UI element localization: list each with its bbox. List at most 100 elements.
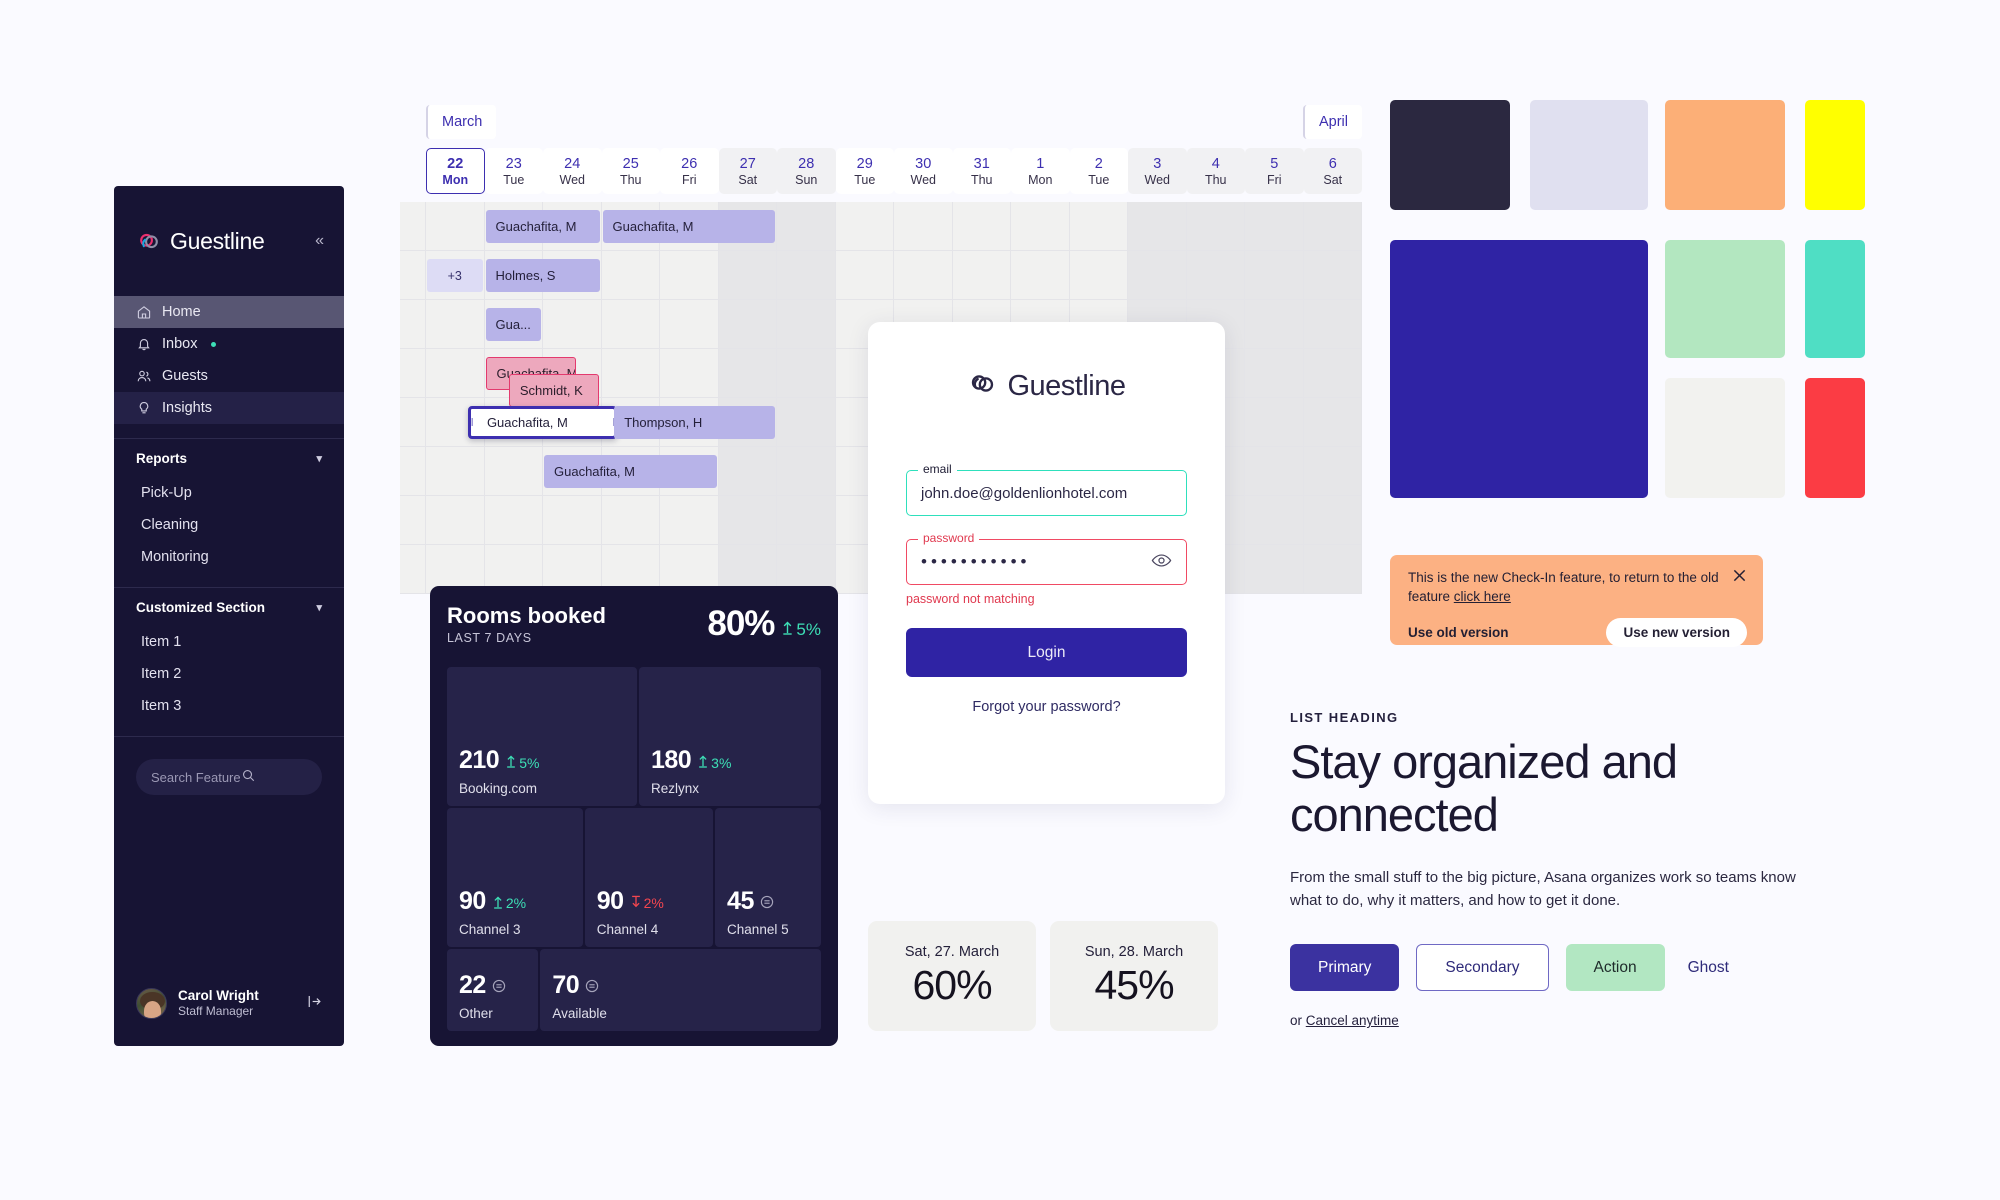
sidebar-item-1[interactable]: Item 1 [114,626,344,658]
stats-tile[interactable]: 45 Channel 5 [715,808,821,947]
resize-handle-left[interactable]: ‖ [471,417,473,429]
booking-label: Schmidt, K [519,383,583,398]
ghost-button[interactable]: Ghost [1682,944,1735,991]
sidebar-item-home[interactable]: Home [114,296,344,328]
sidebar-group-reports[interactable]: Reports ▾ [114,439,344,477]
stats-tile[interactable]: 22 Other [447,948,539,1031]
calendar-booking-bar[interactable]: Holmes, S [485,259,600,292]
calendar-booking-bar[interactable]: Gua... [485,308,541,341]
calendar-booking-bar[interactable]: Thompson, H [614,406,775,439]
color-swatch [1665,100,1785,210]
stats-tile-delta [760,895,774,913]
calendar-day-29[interactable]: 29 Tue [835,148,894,194]
color-swatch [1390,240,1648,498]
close-icon[interactable] [1732,568,1747,588]
stats-tile-value-row: 180 3% [651,746,809,775]
calendar-booking-bar[interactable]: Guachafita, M [544,455,717,488]
user-name: Carol Wright [178,987,259,1003]
sidebar-nav: Home Inbox Guests Insights [114,296,344,424]
sidebar-user[interactable]: Carol Wright Staff Manager [114,988,344,1046]
sidebar: Guestline « Home Inbox Guests Insights R… [114,186,344,1046]
calendar-day-weekday: Wed [910,172,936,187]
sidebar-item-2[interactable]: Item 2 [114,658,344,690]
calendar-day-23[interactable]: 23 Tue [484,148,543,194]
sidebar-item-guests[interactable]: Guests [114,360,344,392]
stats-tile[interactable]: 210 5% Booking.com [447,667,637,807]
secondary-button[interactable]: Secondary [1416,944,1549,992]
calendar-booking-bar[interactable]: ‖‖Guachafita, M [467,406,618,439]
stats-value: 80% [707,604,775,643]
occupancy-card-sat[interactable]: Sat, 27. March 60% [868,921,1036,1031]
booking-label: Guachafita, M [495,219,577,234]
calendar-day-28[interactable]: 28 Sun [777,148,836,194]
cancel-anytime-link[interactable]: Cancel anytime [1306,1013,1399,1028]
chevron-double-left-icon[interactable]: « [315,232,324,250]
sidebar-item-pick-up[interactable]: Pick-Up [114,477,344,509]
trend-up-icon [781,620,794,640]
calendar-day-27[interactable]: 27 Sat [718,148,777,194]
month-tab-april[interactable]: April [1302,105,1362,139]
sidebar-sub-label: Item 1 [141,634,182,650]
forgot-password-link[interactable]: Forgot your password? [906,699,1187,715]
sidebar-item-3[interactable]: Item 3 [114,690,344,722]
stats-tile-label: Channel 5 [727,921,789,937]
sidebar-group-customized[interactable]: Customized Section ▾ [114,588,344,626]
calendar-day-weekday: Wed [1144,172,1170,187]
stats-tile[interactable]: 90 2% Channel 4 [584,808,714,947]
sidebar-item-insights[interactable]: Insights [114,392,344,424]
calendar-day-30[interactable]: 30 Wed [894,148,953,194]
eye-icon[interactable] [1151,553,1172,572]
banner-link[interactable]: click here [1454,589,1511,604]
calendar-day-5[interactable]: 5 Fri [1245,148,1304,194]
banner-text: This is the new Check-In feature, to ret… [1408,568,1747,606]
calendar-day-4[interactable]: 4 Thu [1186,148,1245,194]
sidebar-item-inbox[interactable]: Inbox [114,328,344,360]
search-placeholder: Search Feature [151,769,241,785]
sidebar-item-cleaning[interactable]: Cleaning [114,509,344,541]
sidebar-item-label: Home [162,304,201,320]
email-field[interactable]: john.doe@goldenlionhotel.com [906,470,1187,516]
stats-tile[interactable]: 90 2% Channel 3 [447,808,583,947]
sidebar-item-label: Insights [162,400,212,416]
password-field[interactable]: ••••••••••• [906,539,1187,585]
cancel-anytime: or Cancel anytime [1290,1013,1820,1028]
trend-flat-icon [585,979,599,997]
guestline-logo-icon [967,368,998,404]
calendar-day-22[interactable]: 22 Mon [426,148,485,194]
calendar-day-31[interactable]: 31 Thu [952,148,1011,194]
calendar-day-2[interactable]: 2 Tue [1069,148,1128,194]
stats-treemap: 210 5% Booking.com 180 3% Rezlynx 90 2% Channel … [447,667,821,1031]
password-field-wrap: password ••••••••••• password not matchi… [906,531,1187,606]
booking-label: Guachafita, M [554,464,635,479]
sidebar-sub-label: Cleaning [141,517,199,533]
calendar-day-3[interactable]: 3 Wed [1128,148,1187,194]
calendar-booking-bar[interactable]: Guachafita, M [602,210,775,243]
calendar-day-26[interactable]: 26 Fri [660,148,719,194]
search-input[interactable]: Search Feature [136,759,322,795]
calendar-booking-bar[interactable]: Schmidt, K [508,374,600,407]
calendar-day-number: 23 [505,155,522,172]
logout-icon[interactable] [305,993,322,1014]
calendar-booking-bar[interactable]: Guachafita, M [485,210,600,243]
action-button[interactable]: Action [1565,944,1665,992]
booking-label: Guachafita, M [486,415,568,430]
stats-tile-number: 210 [459,746,500,775]
occupancy-card-sun[interactable]: Sun, 28. March 45% [1050,921,1218,1031]
use-new-version-button[interactable]: Use new version [1606,618,1747,648]
sidebar-item-label: Guests [162,368,208,384]
calendar-day-1[interactable]: 1 Mon [1011,148,1070,194]
color-swatch [1805,100,1865,210]
color-swatch [1390,100,1510,210]
calendar-day-6[interactable]: 6 Sat [1303,148,1362,194]
stats-tile[interactable]: 70 Available [540,948,821,1031]
sidebar-item-monitoring[interactable]: Monitoring [114,541,344,573]
calendar-day-number: 27 [739,155,756,172]
stats-tile[interactable]: 180 3% Rezlynx [638,667,821,807]
calendar-more-badge[interactable]: +3 [427,259,483,292]
login-button[interactable]: Login [906,628,1187,677]
calendar-day-24[interactable]: 24 Wed [543,148,602,194]
primary-button[interactable]: Primary [1290,944,1400,992]
calendar-day-25[interactable]: 25 Thu [601,148,660,194]
month-tab-march[interactable]: March [426,105,497,139]
use-old-version-button[interactable]: Use old version [1408,625,1509,640]
